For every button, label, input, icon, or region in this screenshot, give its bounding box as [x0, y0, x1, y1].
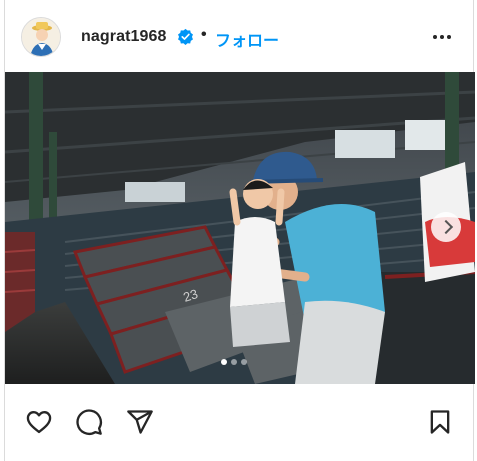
- paper-plane-icon[interactable]: [126, 408, 154, 436]
- carousel-dot: [231, 359, 237, 365]
- carousel-dot: [241, 359, 247, 365]
- avatar[interactable]: [21, 17, 61, 57]
- comment-icon[interactable]: [75, 408, 103, 436]
- chevron-right-icon[interactable]: [431, 212, 461, 242]
- carousel-dot: [221, 359, 227, 365]
- username[interactable]: nagrat1968: [81, 28, 167, 46]
- action-bar: [5, 384, 475, 454]
- post-header: nagrat1968 • フォロー: [5, 0, 475, 74]
- heart-icon[interactable]: [25, 408, 53, 436]
- post-photo[interactable]: 24 23: [5, 72, 475, 384]
- bookmark-icon[interactable]: [426, 408, 454, 436]
- carousel-indicator: [221, 359, 247, 365]
- post-card: nagrat1968 • フォロー 23: [4, 0, 475, 461]
- verified-badge-icon: [178, 28, 193, 45]
- more-horizontal-icon[interactable]: [433, 28, 457, 46]
- follow-button[interactable]: フォロー: [215, 27, 279, 51]
- separator-dot: •: [201, 26, 207, 43]
